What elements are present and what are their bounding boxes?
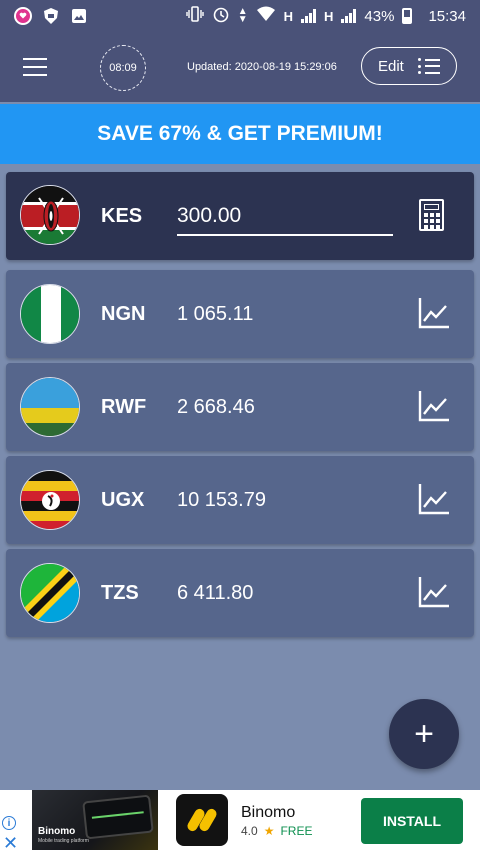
currency-code: NGN [101, 302, 146, 325]
chart-icon[interactable] [417, 389, 451, 423]
refresh-timer[interactable]: 08:09 [100, 45, 146, 91]
currency-code: RWF [101, 395, 147, 418]
chart-icon[interactable] [417, 482, 451, 516]
edit-button[interactable]: Edit [361, 47, 457, 85]
rate-card-ugx[interactable]: UGX 10 153.79 [6, 456, 474, 544]
battery-icon [402, 8, 413, 24]
ad-image[interactable]: Binomo Mobile trading platform [32, 790, 158, 850]
signal-icon [301, 9, 317, 23]
vibrate-icon [186, 6, 204, 26]
shield-icon [42, 7, 60, 25]
status-bar: ▲ ▼ H H 43% 15:34 [0, 0, 480, 32]
add-currency-button[interactable]: + [389, 699, 459, 769]
edit-label: Edit [378, 57, 404, 75]
chart-icon[interactable] [417, 296, 451, 330]
rate-card-ngn[interactable]: NGN 1 065.11 [6, 270, 474, 358]
star-icon: ★ [263, 824, 275, 838]
price-label: FREE [280, 824, 313, 838]
rating-value: 4.0 [241, 824, 258, 838]
signal-icon-2 [341, 9, 357, 23]
battery-percent: 43% [364, 7, 395, 25]
currency-value: 1 065.11 [177, 302, 254, 325]
rwanda-flag-icon [20, 377, 80, 437]
alarm-icon [212, 5, 230, 27]
tanzania-flag-icon [20, 563, 80, 623]
gallery-icon [70, 7, 88, 25]
network-type-1: H [283, 8, 294, 24]
updated-timestamp: Updated: 2020-08-19 15:29:06 [187, 61, 337, 73]
ad-banner[interactable]: i ✕ Binomo Mobile trading platform Binom… [0, 790, 480, 854]
binomo-logo-icon[interactable] [176, 794, 228, 846]
currency-code: TZS [101, 581, 139, 604]
ad-info-icon[interactable]: i [2, 816, 16, 830]
currency-code: KES [101, 204, 143, 227]
ad-image-subtitle: Mobile trading platform [38, 838, 89, 844]
ad-image-brand: Binomo [38, 826, 76, 837]
clock: 15:34 [428, 7, 466, 25]
rate-card-rwf[interactable]: RWF 2 668.46 [6, 363, 474, 451]
currency-value: 6 411.80 [177, 581, 254, 604]
calculator-icon[interactable] [419, 199, 444, 231]
amount-input[interactable]: 300.00 [177, 202, 393, 236]
rate-card-tzs[interactable]: TZS 6 411.80 [6, 549, 474, 637]
currency-value: 10 153.79 [177, 488, 266, 511]
uganda-flag-icon [20, 470, 80, 530]
list-icon [417, 58, 440, 74]
currency-value: 2 668.46 [177, 395, 255, 418]
premium-banner[interactable]: SAVE 67% & GET PREMIUM! [0, 104, 480, 164]
phone-image [82, 794, 154, 840]
network-type-2: H [324, 8, 334, 24]
close-icon[interactable]: ✕ [3, 834, 18, 852]
wifi-icon [256, 6, 276, 26]
menu-button[interactable] [0, 32, 70, 102]
messenger-icon [14, 7, 32, 25]
app-bar: 08:09 Updated: 2020-08-19 15:29:06 Edit [0, 32, 480, 102]
ad-rating: 4.0 ★ FREE [241, 824, 312, 838]
chart-icon[interactable] [417, 575, 451, 609]
base-currency-card[interactable]: KES 300.00 [6, 172, 474, 260]
ad-app-title: Binomo [241, 804, 296, 821]
install-button[interactable]: INSTALL [361, 798, 463, 844]
kenya-flag-icon [20, 185, 80, 245]
currency-code: UGX [101, 488, 145, 511]
hamburger-icon [23, 58, 47, 76]
nigeria-flag-icon [20, 284, 80, 344]
data-transfer-icon: ▲ ▼ [237, 6, 248, 25]
